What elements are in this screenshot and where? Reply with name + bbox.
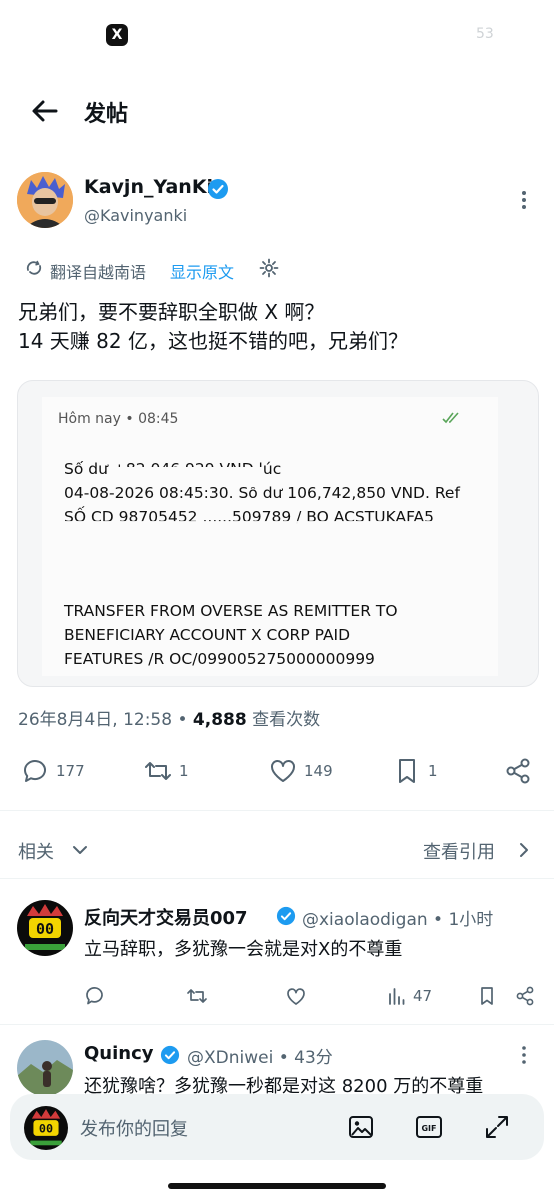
translate-icon	[24, 258, 44, 278]
post-action-bar: 177 1 149 1	[0, 752, 554, 794]
verified-badge-icon	[160, 1045, 180, 1065]
repost-icon	[145, 762, 171, 780]
share-button[interactable]	[514, 985, 536, 1007]
views-button[interactable]: 47	[386, 985, 432, 1007]
views-count: 47	[413, 987, 433, 1005]
image-icon[interactable]	[346, 1112, 376, 1142]
reply-author-name[interactable]: Quincy	[84, 1043, 154, 1064]
status-bar: X 53	[0, 0, 554, 70]
post-text: 兄弟们，要不要辞职全职做 X 啊？ 14 天赚 82 亿，这也挺不错的吧，兄弟们…	[18, 300, 408, 353]
bookmark-button[interactable]	[476, 985, 498, 1007]
verified-badge-icon	[207, 178, 229, 200]
x-app-icon: X	[106, 24, 128, 46]
share-button[interactable]	[503, 756, 533, 786]
sms-header: Hôm nay • 08:45	[58, 411, 179, 427]
share-icon	[516, 986, 534, 1006]
more-options-icon[interactable]	[513, 1044, 535, 1066]
like-button[interactable]	[285, 985, 307, 1007]
sms-body-transfer: TRANSFER FROM OVERSE AS REMITTER TO BENE…	[64, 602, 398, 668]
views-count[interactable]: 4,888	[193, 710, 247, 730]
avatar[interactable]	[17, 1040, 73, 1096]
page-title: 发帖	[84, 102, 129, 127]
repost-button[interactable]: 1	[143, 756, 189, 786]
verified-badge-icon	[276, 906, 296, 926]
author-name[interactable]: Kavjn_YanKi	[84, 176, 213, 198]
status-number: 53	[476, 26, 494, 42]
view-quotes-link[interactable]: 查看引用	[423, 838, 495, 864]
reply-button[interactable]	[84, 985, 106, 1007]
chevron-right-icon[interactable]	[516, 840, 532, 860]
reply-author-handle[interactable]: @xiaolaodigan • 1小时	[302, 905, 493, 930]
divider	[0, 878, 554, 879]
avatar: 00	[24, 1106, 68, 1150]
sms-screenshot: Hôm nay • 08:45 Số dư +82,046,929 VND lú…	[42, 397, 498, 676]
reply-icon	[23, 760, 46, 782]
reply-author-handle[interactable]: @XDniwei • 43分	[187, 1043, 333, 1068]
redaction-mark	[114, 467, 264, 487]
repost-icon	[187, 989, 207, 1003]
views-label: 查看次数	[246, 710, 321, 730]
bookmark-button[interactable]: 1	[392, 756, 438, 786]
reply-button[interactable]: 177	[20, 756, 85, 786]
repost-button[interactable]	[186, 985, 208, 1007]
home-indicator	[168, 1183, 386, 1189]
double-check-icon	[442, 411, 462, 425]
heart-icon	[271, 760, 295, 782]
reply-count: 177	[56, 762, 85, 780]
divider	[0, 810, 554, 811]
like-count: 149	[304, 762, 333, 780]
related-label[interactable]: 相关	[18, 838, 54, 864]
heart-icon	[287, 988, 305, 1005]
divider	[0, 1024, 554, 1025]
show-original-link[interactable]: 显示原文	[170, 259, 234, 283]
avatar[interactable]	[17, 172, 73, 228]
bookmark-count: 1	[428, 762, 438, 780]
reply-author-name[interactable]: 反向天才交易员007	[84, 904, 248, 930]
reply-composer[interactable]: 00 发布你的回复 GIF	[10, 1094, 544, 1160]
post-metadata: 26年8月4日, 12:58 • 4,888 查看次数	[18, 705, 320, 730]
post-timestamp: 26年8月4日, 12:58 •	[18, 710, 193, 730]
back-arrow-icon[interactable]	[28, 94, 62, 128]
reply-text: 立马辞职，多犹豫一会就是对X的不尊重	[84, 939, 403, 960]
redaction-mark	[52, 521, 472, 557]
like-button[interactable]: 149	[268, 756, 333, 786]
svg-text:00: 00	[36, 920, 54, 938]
reply-input[interactable]: 发布你的回复	[80, 1115, 188, 1141]
translate-label: 翻译自越南语	[50, 263, 147, 282]
svg-text:00: 00	[39, 1122, 53, 1136]
analytics-icon	[389, 988, 405, 1005]
gear-icon[interactable]	[258, 257, 280, 279]
expand-icon[interactable]	[482, 1112, 512, 1142]
bookmark-icon	[481, 987, 493, 1005]
share-icon	[506, 758, 530, 784]
gif-icon[interactable]: GIF	[414, 1112, 444, 1142]
author-handle[interactable]: @Kavinyanki	[84, 206, 187, 225]
repost-count: 1	[179, 762, 189, 780]
more-options-icon[interactable]	[512, 188, 536, 212]
bookmark-icon	[399, 759, 415, 783]
post-media-image[interactable]: Hôm nay • 08:45 Số dư +82,046,929 VND lú…	[17, 380, 539, 687]
svg-text:GIF: GIF	[421, 1124, 436, 1133]
reply-icon	[86, 987, 103, 1005]
avatar[interactable]: 00	[17, 900, 73, 956]
chevron-down-icon[interactable]	[70, 840, 90, 860]
